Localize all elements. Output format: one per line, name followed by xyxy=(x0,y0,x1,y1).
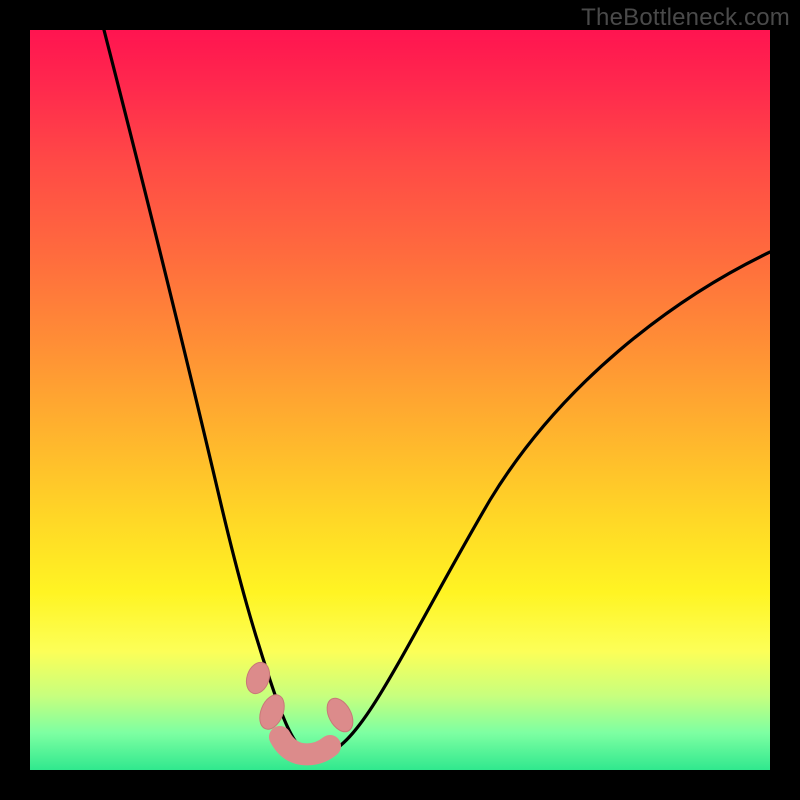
chart-overlay-svg xyxy=(30,30,770,770)
marker-blob-left-upper xyxy=(243,659,274,696)
bottleneck-curve-path xyxy=(104,30,770,755)
marker-group xyxy=(243,659,359,754)
marker-blob-right xyxy=(322,694,358,736)
watermark-text: TheBottleneck.com xyxy=(581,4,790,32)
marker-bottom-stroke xyxy=(280,737,330,754)
marker-blob-left-lower xyxy=(255,691,289,733)
